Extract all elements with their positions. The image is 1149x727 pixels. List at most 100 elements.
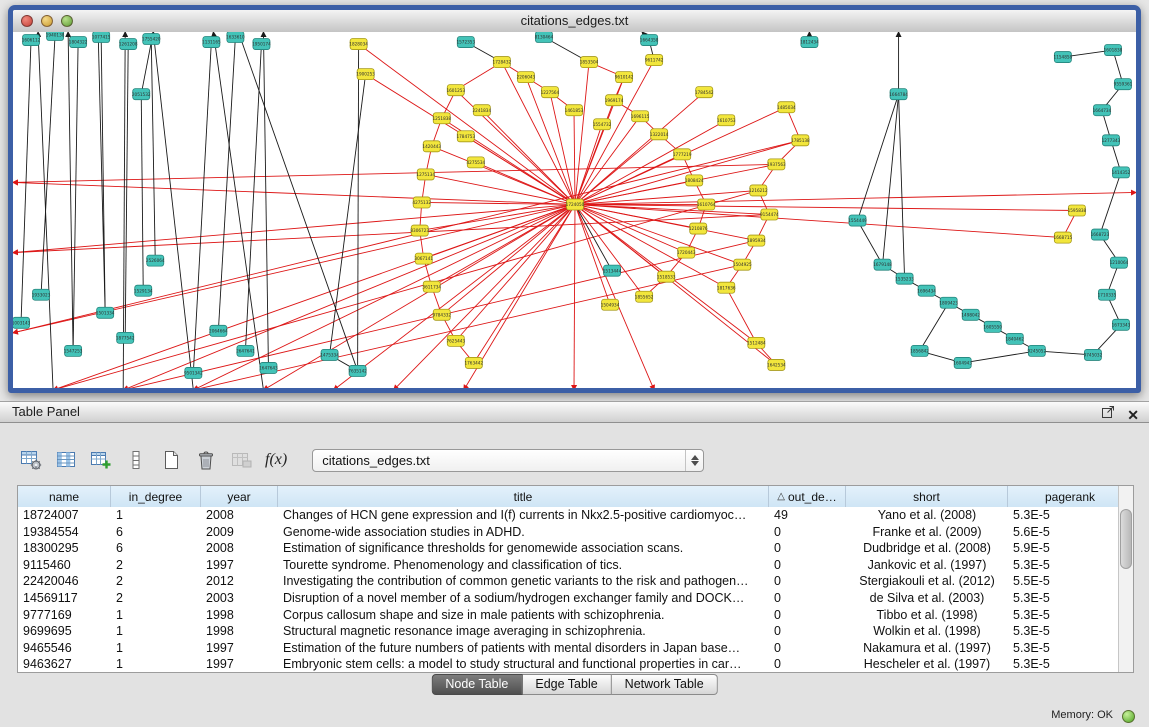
column-header-out_de[interactable]: △out_de… [769,486,846,507]
trash-icon[interactable] [193,447,219,473]
table-cell: Genome-wide association studies in ADHD. [278,524,769,541]
graph-edge[interactable] [38,32,53,388]
graph-node-label: 1809423 [939,300,958,305]
graph-edge[interactable] [193,42,211,373]
graph-node-label: 1322014 [650,132,669,137]
graph-edge[interactable] [426,174,575,204]
graph-edge[interactable] [899,94,905,279]
new-table-icon[interactable] [158,447,184,473]
graph-edge[interactable] [123,204,575,388]
table-row[interactable]: 911546021997Tourette syndrome. Phenomeno… [18,557,1119,574]
minimize-window-icon[interactable] [41,15,53,27]
table-cell: 1 [111,640,201,657]
graph-edge[interactable] [575,204,610,304]
graph-edge[interactable] [476,162,575,204]
graph-node-label: 1554732 [593,122,612,127]
graph-edge[interactable] [151,39,155,261]
graph-node-label: 1755420 [142,37,161,42]
close-panel-icon[interactable]: ✕ [1127,408,1139,422]
graph-edge[interactable] [858,221,883,265]
table-cell: 5.3E-5 [1008,507,1119,524]
table-row[interactable]: 2242004622012Investigating the contribut… [18,573,1119,590]
table-row[interactable]: 977716911998Corpus callosum shape and si… [18,607,1119,624]
table-vertical-scrollbar[interactable] [1118,486,1133,672]
table-cell: 2003 [201,590,278,607]
row-height-icon[interactable] [123,447,149,473]
graph-edge[interactable] [263,32,268,368]
table-cell: 1997 [201,640,278,657]
graph-edge[interactable] [73,42,78,351]
column-header-title[interactable]: title [278,486,769,507]
table-row[interactable]: 1830029562008Estimation of significance … [18,540,1119,557]
column-header-pagerank[interactable]: pagerank [1008,486,1133,507]
table-row[interactable]: 946362711997Embryonic stem cells: a mode… [18,656,1119,672]
table-cell: 9465546 [18,640,111,657]
column-header-in_degree[interactable]: in_degree [111,486,201,507]
close-window-icon[interactable] [21,15,33,27]
graph-edge[interactable] [13,140,800,333]
graph-node-label: 1728432 [493,60,512,65]
tab-edge-table[interactable]: Edge Table [522,674,611,695]
graph-edge[interactable] [574,204,575,388]
table-header-row: namein_degreeyeartitle△out_de…shortpager… [18,486,1133,508]
graph-edge[interactable] [575,204,686,252]
graph-node-label: 1664734 [1093,108,1112,113]
graph-node-label: 1664358 [640,38,659,43]
table-source-select[interactable]: citations_edges.txt [312,449,704,472]
graph-node-label: 9610142 [615,75,634,80]
function-builder-icon[interactable]: f(x) [265,451,287,469]
graph-edge[interactable] [575,204,726,287]
graph-edge[interactable] [358,44,359,371]
graph-edge[interactable] [1100,172,1121,234]
graph-edge[interactable] [963,351,1037,363]
graph-edge[interactable] [153,32,193,388]
column-header-short[interactable]: short [846,486,1008,507]
graph-edge[interactable] [574,110,575,204]
tab-node-table[interactable]: Node Table [431,674,522,695]
graph-edge[interactable] [125,44,128,338]
column-header-name[interactable]: name [18,486,111,507]
tab-network-table[interactable]: Network Table [612,674,718,695]
graph-edge[interactable] [920,303,949,351]
graph-edge[interactable] [141,94,143,291]
column-header-year[interactable]: year [201,486,278,507]
network-canvas-svg[interactable]: 1606112194013818043221077415126120817554… [13,32,1136,388]
graph-edge[interactable] [238,32,357,371]
graph-node-label: 1275134 [416,172,435,177]
memory-status-icon [1122,710,1135,723]
table-add-column-icon[interactable] [88,447,114,473]
table-cell: 6 [111,540,201,557]
graph-edge[interactable] [330,74,366,355]
network-canvas[interactable]: 1606112194013818043221077415126120817554… [13,32,1136,388]
graph-edge[interactable] [13,182,575,204]
table-cell: Wolkin et al. (1998) [846,623,1008,640]
graph-edge[interactable] [53,204,575,388]
table-cell: Stergiakouli et al. (2012) [846,573,1008,590]
graph-edge[interactable] [21,40,31,323]
graph-edge[interactable] [502,62,575,204]
graph-edge[interactable] [726,288,756,343]
import-table-icon[interactable] [228,447,254,473]
zoom-window-icon[interactable] [61,15,73,27]
graph-edge[interactable] [359,44,575,204]
detach-panel-icon[interactable] [1101,405,1115,424]
graph-node-label: 4275132 [412,200,431,205]
table-cell: 9777169 [18,607,111,624]
network-window-titlebar[interactable]: citations_edges.txt [13,10,1136,33]
table-row[interactable]: 946554611997Estimation of the future num… [18,640,1119,657]
table-columns-icon[interactable] [53,447,79,473]
graph-edge[interactable] [482,110,575,204]
table-cell: Tourette syndrome. Phenomenology and cla… [278,557,769,574]
table-cell: 1 [111,623,201,640]
table-row[interactable]: 1456911722003Disruption of a novel membe… [18,590,1119,607]
table-row[interactable]: 1872400712008Changes of HCN gene express… [18,507,1119,524]
graph-edge[interactable] [68,32,73,351]
table-row[interactable]: 969969511998Structural magnetic resonanc… [18,623,1119,640]
graph-edge[interactable] [41,35,55,295]
table-gear-icon[interactable] [18,447,44,473]
graph-edge[interactable] [218,37,235,331]
scrollbar-thumb[interactable] [1120,509,1132,569]
table-cell: 5.5E-5 [1008,573,1119,590]
graph-edge[interactable] [575,204,742,264]
table-row[interactable]: 1938455462009Genome-wide association stu… [18,524,1119,541]
